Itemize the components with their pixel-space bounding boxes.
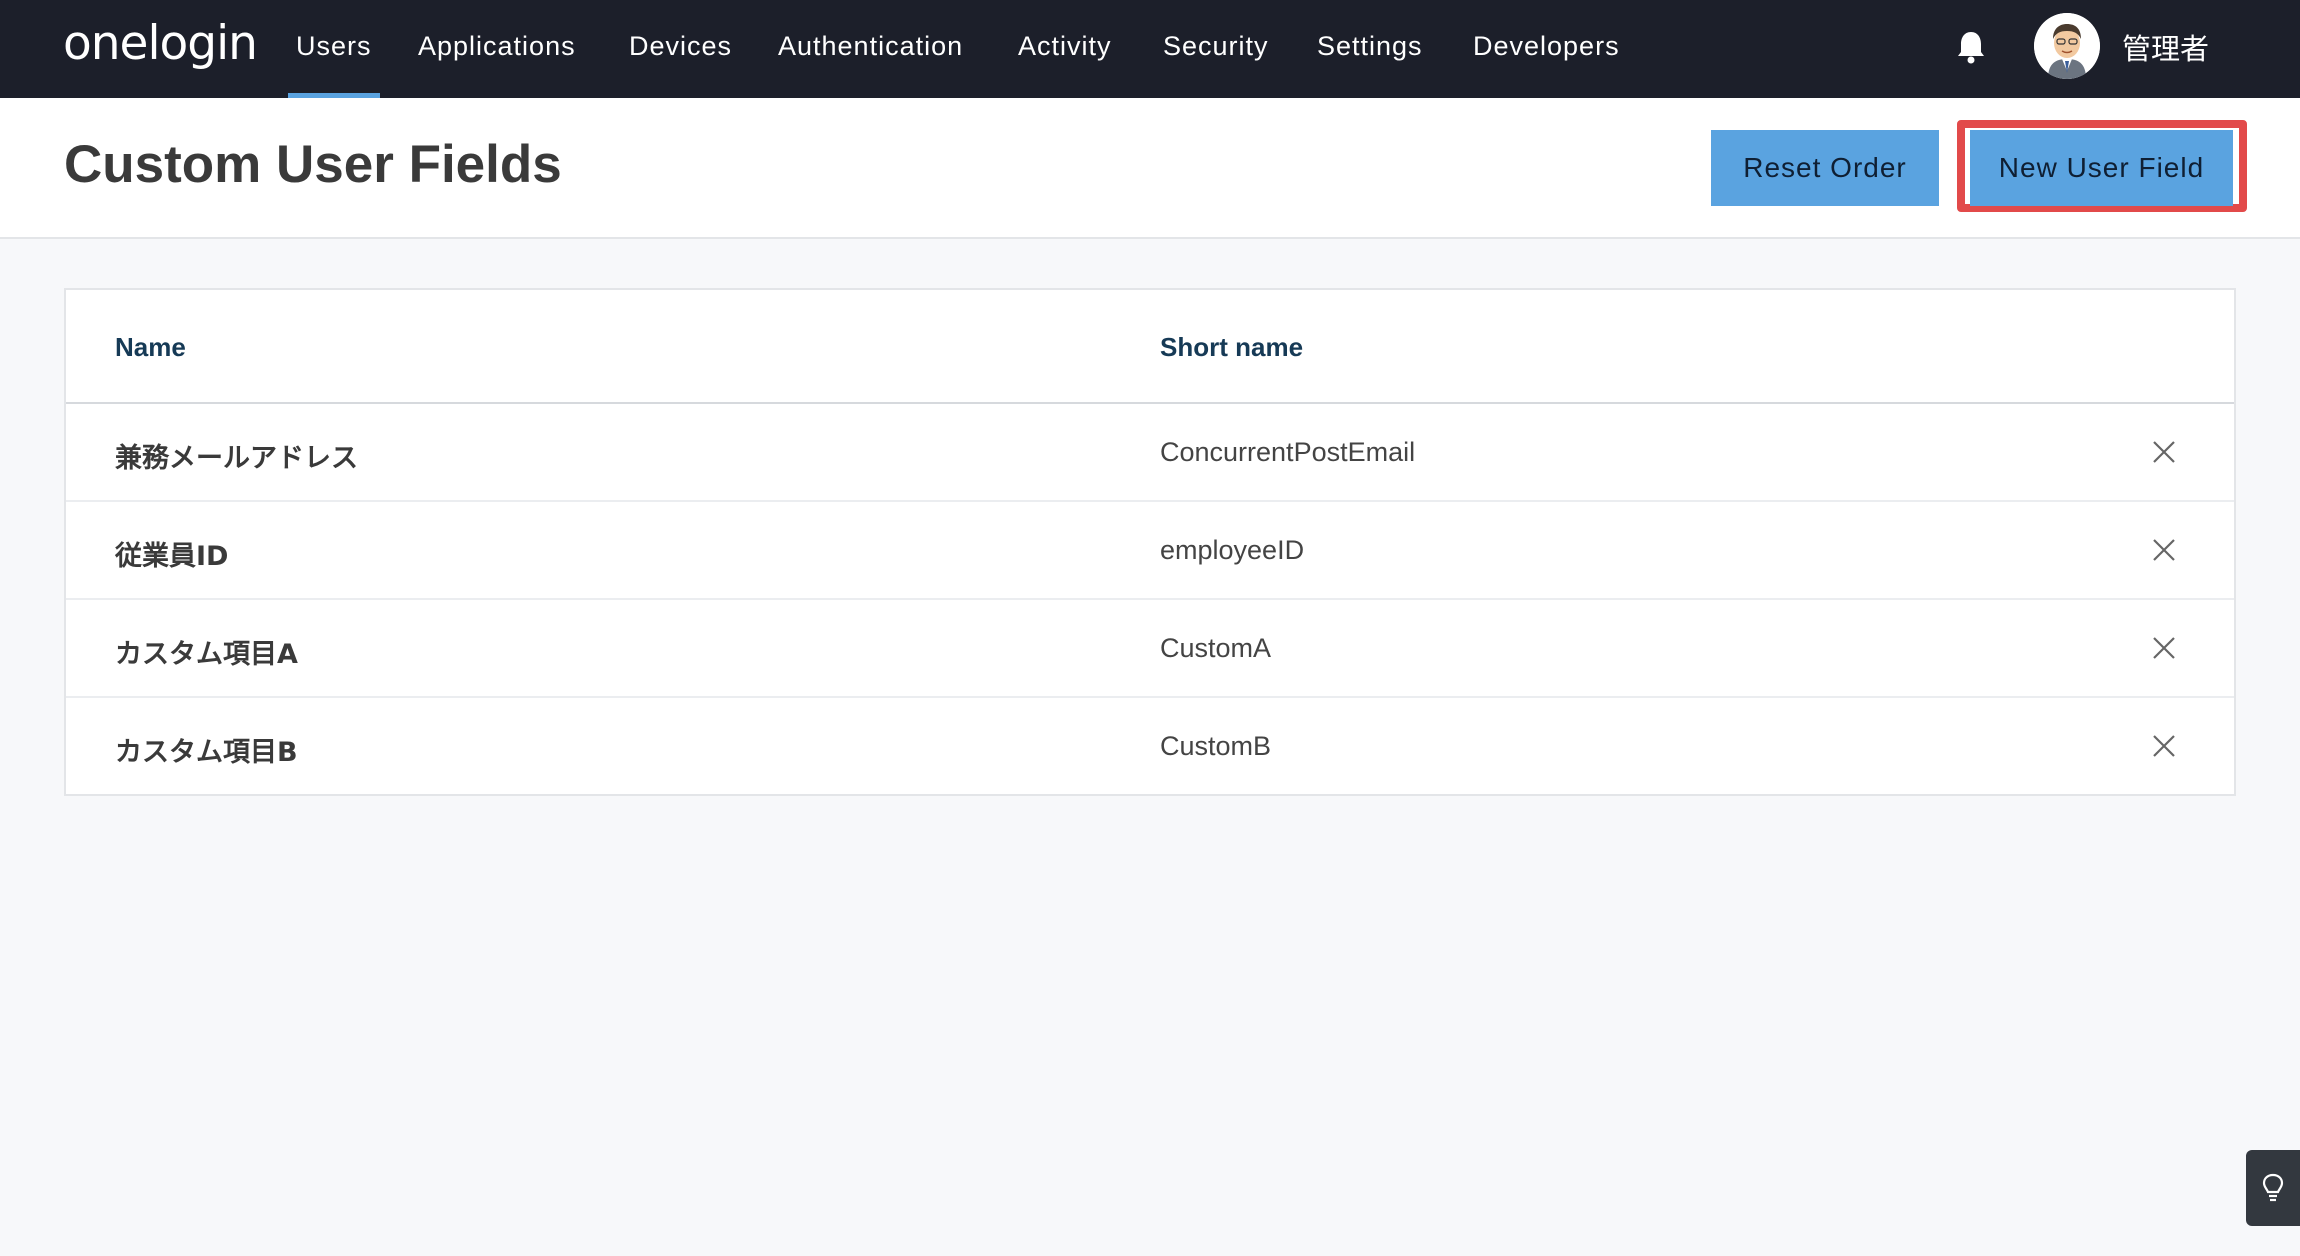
user-avatar[interactable]: [2034, 13, 2100, 79]
nav-item-security[interactable]: Security: [1163, 0, 1269, 98]
nav-item-settings[interactable]: Settings: [1317, 0, 1423, 98]
field-short-name: ConcurrentPostEmail: [1160, 437, 1416, 467]
nav-item-devices[interactable]: Devices: [629, 0, 732, 98]
user-name[interactable]: 管理者: [2122, 26, 2209, 68]
field-name[interactable]: 兼務メールアドレス: [115, 436, 358, 475]
table-row[interactable]: カスタム項目B CustomB: [66, 698, 2234, 796]
field-name[interactable]: カスタム項目B: [115, 730, 298, 769]
field-short-name: CustomB: [1160, 731, 1272, 761]
table-header: Name Short name: [66, 290, 2234, 404]
page-header: Custom User Fields Reset Order New User …: [0, 98, 2300, 239]
close-icon[interactable]: [2152, 734, 2176, 758]
reset-order-button[interactable]: Reset Order: [1711, 130, 1939, 206]
new-user-field-button[interactable]: New User Field: [1970, 130, 2233, 206]
close-icon[interactable]: [2152, 440, 2176, 464]
field-name[interactable]: 従業員ID: [115, 534, 228, 573]
table-row[interactable]: 兼務メールアドレス ConcurrentPostEmail: [66, 404, 2234, 502]
table-row[interactable]: 従業員ID employeeID: [66, 502, 2234, 600]
close-icon[interactable]: [2152, 636, 2176, 660]
page-title: Custom User Fields: [64, 135, 562, 194]
table-row[interactable]: カスタム項目A CustomA: [66, 600, 2234, 698]
close-icon[interactable]: [2152, 538, 2176, 562]
field-short-name: CustomA: [1160, 633, 1272, 663]
nav-item-authentication[interactable]: Authentication: [778, 0, 963, 98]
top-navigation: onelogin Users Applications Devices Auth…: [0, 0, 2300, 98]
column-header-name[interactable]: Name: [115, 332, 186, 363]
column-header-short-name[interactable]: Short name: [1160, 332, 1303, 363]
nav-item-users[interactable]: Users: [288, 0, 379, 98]
nav-item-developers[interactable]: Developers: [1473, 0, 1620, 98]
nav-item-activity[interactable]: Activity: [1018, 0, 1112, 98]
field-name[interactable]: カスタム項目A: [115, 632, 298, 671]
custom-fields-table: Name Short name 兼務メールアドレス ConcurrentPost…: [64, 288, 2236, 796]
help-tab[interactable]: [2246, 1150, 2300, 1226]
bell-icon[interactable]: [1956, 30, 1986, 64]
nav-item-applications[interactable]: Applications: [418, 0, 576, 98]
onelogin-logo[interactable]: onelogin: [63, 16, 258, 71]
lightbulb-icon: [2260, 1172, 2286, 1209]
field-short-name: employeeID: [1160, 535, 1305, 565]
